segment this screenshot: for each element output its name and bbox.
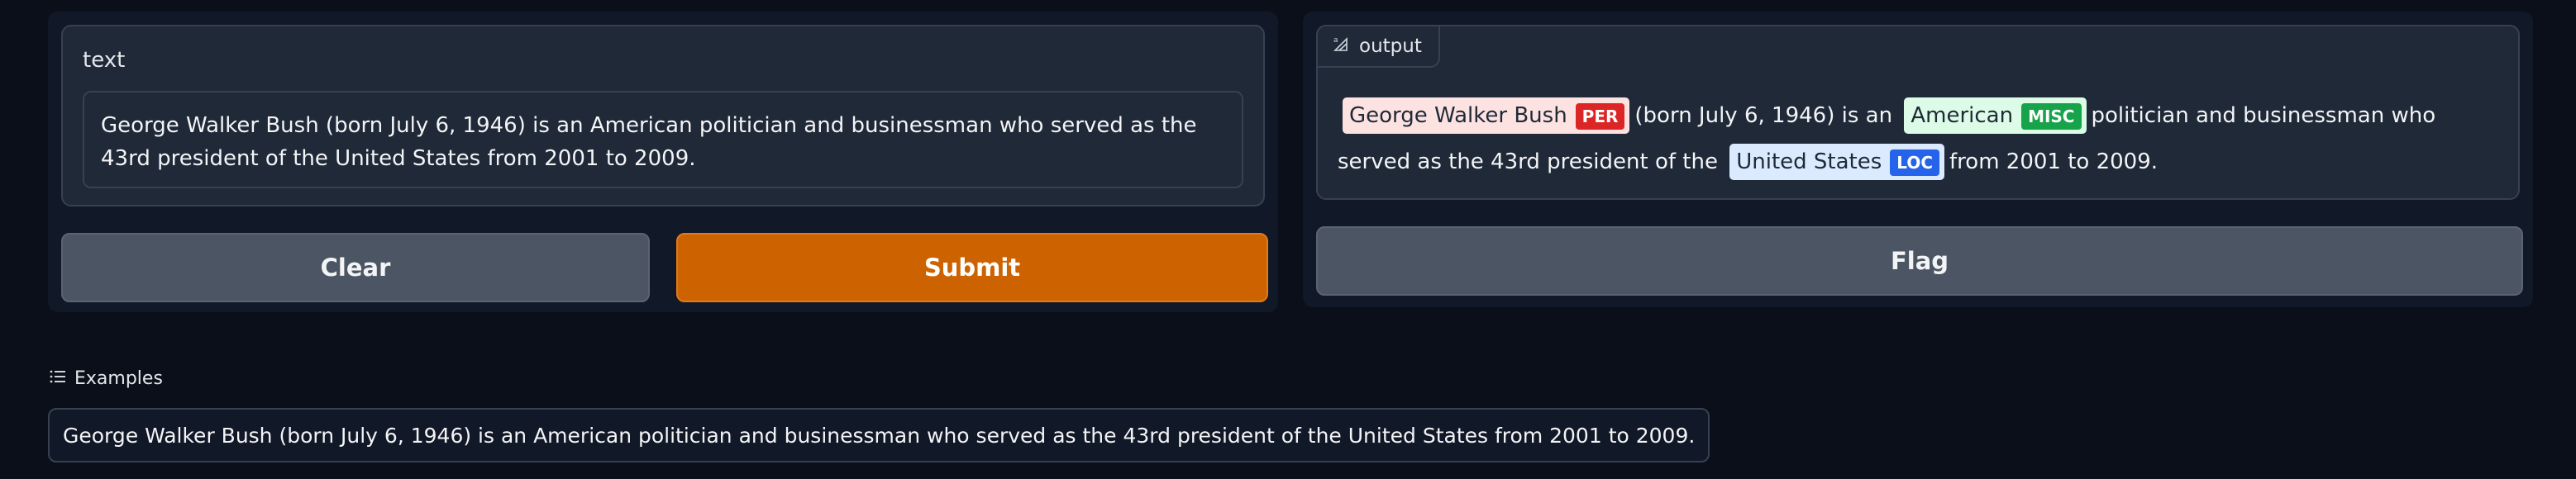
entity-text: George Walker Bush bbox=[1349, 103, 1567, 128]
list-icon bbox=[50, 368, 66, 389]
output-label: output bbox=[1359, 36, 1422, 57]
plain-text: (born July 6, 1946) is an bbox=[1634, 103, 1893, 128]
text-input-field[interactable]: George Walker Bush (born July 6, 1946) i… bbox=[83, 91, 1243, 188]
highlighted-text: George Walker Bush PER (born July 6, 1946)… bbox=[1338, 92, 2503, 185]
example-item[interactable]: George Walker Bush (born July 6, 1946) i… bbox=[48, 408, 1710, 462]
entity-misc: American MISC bbox=[1904, 97, 2087, 134]
svg-text:a: a bbox=[1333, 36, 1338, 45]
text-input-block: text George Walker Bush (born July 6, 19… bbox=[61, 25, 1265, 206]
entity-label-per: PER bbox=[1575, 102, 1625, 130]
highlighted-text-icon: a bbox=[1333, 36, 1349, 57]
text-input-label: text bbox=[83, 48, 126, 73]
output-label-tag: a output bbox=[1318, 26, 1440, 68]
entity-label-misc: MISC bbox=[2021, 102, 2082, 130]
examples-label: Examples bbox=[74, 368, 163, 389]
entity-per: George Walker Bush PER bbox=[1343, 97, 1630, 134]
examples-header: Examples bbox=[50, 368, 163, 389]
entity-text: American bbox=[1911, 103, 2014, 128]
output-panel: a output George Walker Bush PER (born July… bbox=[1303, 12, 2533, 307]
clear-button[interactable]: Clear bbox=[61, 233, 650, 302]
entity-text: United States bbox=[1736, 149, 1882, 174]
flag-button[interactable]: Flag bbox=[1316, 226, 2523, 296]
entity-loc: United States LOC bbox=[1729, 144, 1945, 180]
submit-button[interactable]: Submit bbox=[676, 233, 1268, 302]
plain-text: from 2001 to 2009. bbox=[1949, 149, 2159, 174]
output-block: a output George Walker Bush PER (born July… bbox=[1316, 25, 2520, 200]
entity-label-loc: LOC bbox=[1890, 149, 1940, 176]
input-panel: text George Walker Bush (born July 6, 19… bbox=[48, 12, 1278, 312]
